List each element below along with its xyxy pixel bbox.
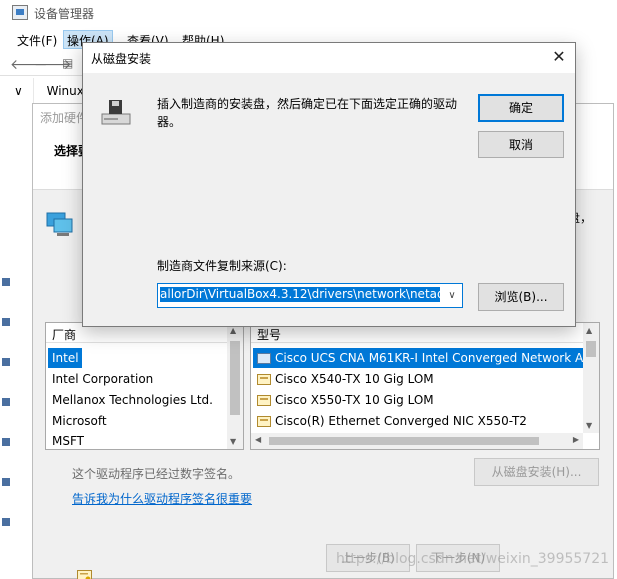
list-item[interactable]: Cisco UCS CNA M61KR-I Intel Converged Ne… [253,348,583,368]
model-vertical-scrollbar[interactable]: ▲ ▼ [583,323,599,433]
scroll-down-icon[interactable]: ▼ [230,437,236,446]
scroll-thumb[interactable] [269,437,539,445]
watermark: https://blog.csdn.net/weixin_39955721 [336,551,610,567]
source-path-combobox[interactable]: allorDir\VirtualBox4.3.12\drivers\networ… [157,283,463,308]
scroll-left-icon[interactable]: ◀ [255,435,261,444]
certificate-icon [257,374,271,385]
scroll-up-icon[interactable]: ▲ [230,326,236,335]
list-item[interactable]: Cisco X540-TX 10 Gig LOM [253,369,434,389]
model-list[interactable]: 型号 Cisco UCS CNA M61KR-I Intel Converged… [250,322,600,450]
install-from-disk-dialog: 从磁盘安装 ✕ 插入制造商的安装盘，然后确定已在下面选定正确的驱动器。 确定 取… [82,42,576,327]
cancel-button[interactable]: 取消 [478,131,564,158]
model-label: Cisco(R) Ethernet Converged NIC X550-T2 [275,414,527,428]
list-item[interactable]: MSFT [48,431,84,449]
source-path-text[interactable]: allorDir\VirtualBox4.3.12\drivers\networ… [160,287,440,305]
list-item[interactable]: Microsoft [48,411,107,431]
signing-info-link[interactable]: 告诉我为什么驱动程序签名很重要 [72,490,252,507]
ok-button[interactable]: 确定 [478,94,564,122]
tree-root-node[interactable]: ∨ Winux [14,84,84,98]
manufacturer-column-label: 厂商 [52,328,77,342]
tree-device-icon [2,278,10,286]
manufacturer-scrollbar[interactable]: ▲ ▼ [227,323,243,449]
list-item[interactable]: Intel Corporation [48,369,153,389]
list-item[interactable]: Cisco(R) Ethernet Converged NIC X550-T2 [253,411,527,431]
floppy-disk-drive-icon [101,100,131,125]
device-tree-pane [0,78,34,579]
network-adapter-icon [46,212,73,236]
menu-file[interactable]: 文件(F) [14,32,60,49]
have-disk-button[interactable]: 从磁盘安装(H)... [474,458,599,486]
list-item[interactable]: Mellanox Technologies Ltd. [48,390,213,410]
model-column-label: 型号 [257,328,282,342]
scroll-right-icon[interactable]: ▶ [573,435,579,444]
tree-device-icon [2,398,10,406]
tree-expand-icon[interactable]: ∨ [14,84,23,98]
model-label: Cisco X540-TX 10 Gig LOM [275,372,434,386]
device-manager-toolbar: 🡐 🡒 ▤ [0,52,90,76]
close-icon[interactable]: ✕ [549,47,569,67]
list-item[interactable]: Cisco X550-TX 10 Gig LOM [253,390,434,410]
signed-driver-text: 这个驱动程序已经过数字签名。 [72,467,241,481]
certificate-icon [257,416,271,427]
device-manager-titlebar: 设备管理器 [0,0,617,26]
tree-device-icon [2,518,10,526]
wizard-title: 添加硬件 [40,111,89,125]
manufacturer-list[interactable]: 厂商 Intel Intel Corporation Mellanox Tech… [45,322,244,450]
source-label: 制造商文件复制来源(C): [157,259,287,273]
scroll-up-icon[interactable]: ▲ [586,326,592,335]
dialog-message: 插入制造商的安装盘，然后确定已在下面选定正确的驱动器。 [157,97,458,129]
tree-device-icon [2,438,10,446]
tree-device-icon [2,358,10,366]
scroll-down-icon[interactable]: ▼ [586,421,592,430]
tree-root-label: Winux [46,84,84,98]
device-manager-title: 设备管理器 [34,7,95,21]
network-adapter-icon [257,353,271,364]
browse-button[interactable]: 浏览(B)... [478,283,564,311]
certificate-icon [257,395,271,406]
dialog-titlebar: 从磁盘安装 ✕ [83,43,575,73]
tree-device-icon [2,478,10,486]
tree-device-icon [2,318,10,326]
signed-driver-icon [77,570,92,579]
scroll-thumb[interactable] [230,341,240,415]
model-label: Cisco X550-TX 10 Gig LOM [275,393,434,407]
device-manager-icon [12,5,28,20]
model-label: Cisco UCS CNA M61KR-I Intel Converged Ne… [275,351,584,365]
list-item[interactable]: Intel [48,348,82,368]
dialog-title: 从磁盘安装 [91,52,152,66]
source-path-value: allorDir\VirtualBox4.3.12\drivers\networ… [160,287,440,302]
scroll-thumb[interactable] [586,341,596,357]
properties-icon[interactable]: ▤ [62,56,73,70]
chevron-down-icon[interactable]: ∨ [442,284,462,307]
model-horizontal-scrollbar[interactable]: ◀ ▶ [251,433,583,449]
